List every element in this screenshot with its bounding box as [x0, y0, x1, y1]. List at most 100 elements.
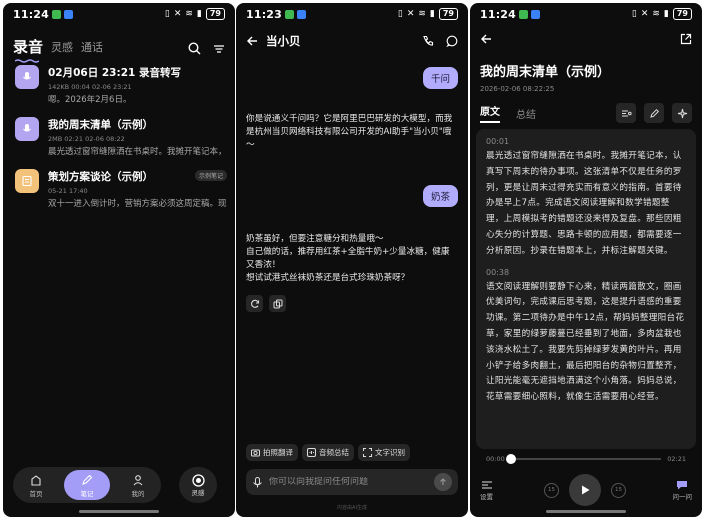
status-time: 11:23: [246, 7, 283, 21]
edit-button[interactable]: [644, 103, 664, 123]
copy-button[interactable]: [269, 295, 286, 312]
voice-record-icon: [15, 117, 39, 141]
phone-call-icon[interactable]: [422, 35, 434, 47]
sample-badge: 示例笔记: [194, 170, 227, 181]
sparkle-icon: [677, 108, 687, 118]
inspiration-button[interactable]: 灵感: [179, 467, 217, 503]
quick-actions: 拍照翻译 音频总结 文字识别: [246, 444, 410, 461]
list-item[interactable]: 02月06日 23:21 录音转写 142KB 00:04 02-06 23:2…: [15, 65, 227, 105]
rewind-15-button[interactable]: 15: [544, 482, 559, 498]
status-bar: 11:23 ▯ ✕ ≋ ▮ 79: [236, 3, 468, 25]
tab-original[interactable]: 原文: [480, 103, 500, 123]
vibrate-icon: ▯: [397, 9, 403, 19]
phone-note-detail: 11:24 ▯ ✕ ≋ ▮ 79 我的周末清单（示例） 2026-02-06 0…: [470, 3, 702, 517]
chat-title: 当小贝: [266, 34, 301, 48]
ask-button[interactable]: 问一问: [673, 479, 692, 501]
nav-me[interactable]: 我的: [120, 472, 156, 498]
send-button[interactable]: [434, 473, 452, 491]
ai-message: 奶茶虽好，但要注意糖分和热量哦～ 自己做的话，推荐用红茶+全脂牛奶+少量冰糖，健…: [246, 234, 450, 283]
note-date: 2026-02-06 08:22:25: [480, 85, 555, 93]
list-item[interactable]: 策划方案谈论（示例） 示例笔记 05-21 17:40 双十一进入倒计时，营销方…: [15, 169, 227, 209]
progress-knob[interactable]: [505, 454, 516, 464]
chat-header: 当小贝: [246, 33, 458, 49]
record-title: 我的周末清单（示例）: [48, 119, 153, 131]
message-input[interactable]: [269, 477, 434, 487]
regenerate-button[interactable]: [246, 295, 263, 312]
record-meta: 05-21 17:40: [48, 187, 88, 195]
play-icon: [582, 485, 590, 495]
app-badge-icon: [52, 9, 62, 19]
progress-track[interactable]: [505, 454, 662, 464]
home-indicator: [546, 510, 626, 513]
arrow-up-icon: [440, 478, 446, 485]
scan-icon: [363, 448, 372, 457]
current-time: 00:00: [486, 455, 505, 463]
mute-icon: ✕: [406, 9, 415, 19]
user-message: 奶茶: [422, 185, 458, 207]
segment-text: 语文阅读理解则要静下心来，精读两篇散文，圈画优美词句，完成课后思考题，这是提升语…: [486, 281, 685, 403]
ai-button[interactable]: [672, 103, 692, 123]
record-meta: 142KB 00:04 02-06 23:21: [48, 83, 132, 91]
signal-icon: ▮: [429, 9, 435, 19]
microphone-icon[interactable]: [252, 476, 263, 488]
list-item[interactable]: 我的周末清单（示例） 2MB 02:21 02-06 08:22 晨光透过窗帘缝…: [15, 117, 227, 157]
segment-text: 晨光透过窗帘缝隙洒在书桌时。我摊开笔记本，认真写下周末的待办事项。这张清单不仅是…: [486, 151, 682, 256]
voice-record-icon: [15, 65, 39, 89]
segment-timestamp[interactable]: 00:01: [486, 137, 686, 146]
record-title: 02月06日 23:21 录音转写: [48, 67, 181, 79]
photo-translate-chip[interactable]: 拍照翻译: [246, 444, 298, 461]
status-time: 11:24: [13, 7, 50, 21]
settings-button[interactable]: 设置: [480, 479, 493, 501]
wifi-icon: ≋: [185, 9, 193, 19]
vibrate-icon: ▯: [631, 9, 637, 19]
chat-bubble-icon[interactable]: [446, 35, 458, 47]
status-time: 11:24: [480, 7, 517, 21]
audio-icon: [307, 448, 316, 457]
message-input-bar: [246, 469, 458, 495]
status-bar: 11:24 ▯ ✕ ≋ ▮ 79: [3, 3, 235, 25]
audio-summary-chip[interactable]: 音频总结: [302, 444, 354, 461]
speaker-label-button[interactable]: [616, 103, 636, 123]
app-badge-icon: [297, 9, 307, 19]
wifi-icon: ≋: [652, 9, 660, 19]
ask-ai-icon: [677, 481, 688, 490]
tab-recordings[interactable]: 录音: [13, 36, 43, 63]
tab-calls[interactable]: 通话: [81, 39, 103, 57]
play-button[interactable]: [569, 474, 601, 506]
search-icon[interactable]: [188, 42, 201, 55]
nav-notes[interactable]: 笔记: [64, 470, 110, 500]
transcript-panel: 00:01 晨光透过窗帘缝隙洒在书桌时。我摊开笔记本，认真写下周末的待办事项。这…: [476, 129, 696, 449]
document-note-icon: [15, 169, 39, 193]
copy-icon: [273, 299, 282, 308]
nav-home[interactable]: 首页: [18, 472, 54, 498]
settings-sliders-icon: [481, 481, 492, 489]
segment-timestamp[interactable]: 00:38: [486, 268, 686, 277]
app-badge-icon: [64, 9, 74, 19]
battery-indicator: 79: [438, 8, 458, 20]
back-arrow-icon[interactable]: [480, 33, 492, 45]
tab-inspiration[interactable]: 灵感: [51, 39, 73, 57]
battery-indicator: 79: [205, 8, 225, 20]
mute-icon: ✕: [640, 9, 649, 19]
ai-message: 你是说通义千问吗？它是阿里巴巴研发的大模型，而我是杭州当贝网络科技有限公司开发的…: [246, 114, 453, 150]
speaker-icon: [621, 110, 632, 116]
forward-15-button[interactable]: 15: [611, 482, 626, 498]
filter-icon[interactable]: [213, 42, 225, 55]
detail-header: [480, 33, 692, 45]
page-header: 录音 灵感 通话: [13, 29, 225, 63]
home-indicator: [79, 510, 159, 513]
text-recognition-chip[interactable]: 文字识别: [358, 444, 410, 461]
total-time: 02:21: [667, 455, 686, 463]
wifi-icon: ≋: [418, 9, 426, 19]
pen-icon: [81, 474, 93, 486]
mute-icon: ✕: [173, 9, 182, 19]
record-dot-icon: [191, 473, 205, 487]
edit-icon: [649, 108, 659, 118]
app-badge-icon: [519, 9, 529, 19]
back-arrow-icon[interactable]: [246, 35, 258, 47]
camera-icon: [251, 449, 260, 457]
note-tabs: 原文 总结: [480, 103, 692, 123]
share-icon[interactable]: [680, 33, 692, 45]
user-icon: [132, 474, 144, 486]
tab-summary[interactable]: 总结: [516, 106, 536, 121]
